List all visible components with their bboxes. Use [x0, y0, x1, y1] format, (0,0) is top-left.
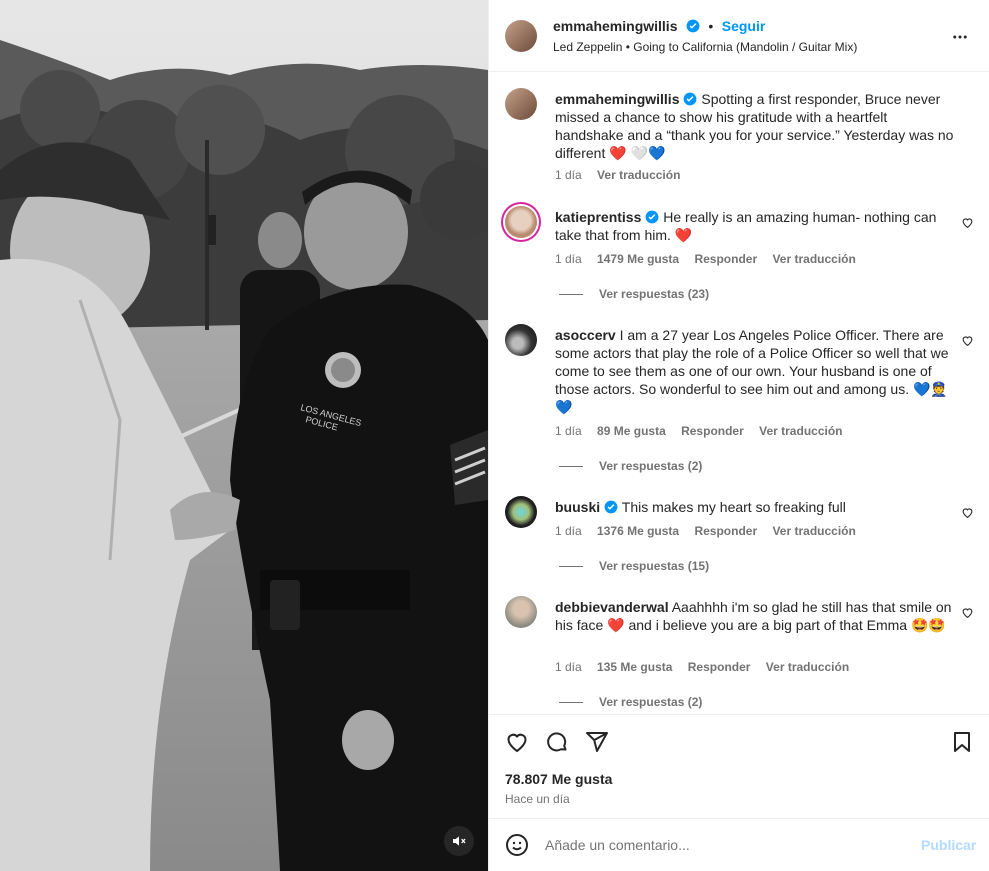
comment-username[interactable]: asoccerv — [555, 327, 616, 343]
view-replies-button[interactable]: Ver respuestas (23) — [559, 287, 709, 301]
view-replies-button[interactable]: Ver respuestas (15) — [559, 559, 709, 573]
follow-button[interactable]: Seguir — [722, 18, 766, 34]
reply-button[interactable]: Responder — [681, 424, 744, 438]
comment-composer: Publicar — [489, 818, 989, 871]
author-avatar[interactable] — [505, 20, 537, 52]
comment-username[interactable]: buuski — [555, 499, 600, 515]
comment-body: buuski This makes my heart so freaking f… — [555, 498, 955, 516]
comment-username[interactable]: debbievanderwal — [555, 599, 669, 615]
like-heart-icon[interactable] — [505, 730, 529, 754]
share-paper-plane-icon[interactable] — [585, 730, 609, 754]
speaker-muted-icon — [453, 836, 466, 846]
like-comment-heart-icon[interactable] — [961, 506, 974, 519]
comments-list[interactable]: emmahemingwillis Spotting a first respon… — [489, 72, 989, 714]
translate-link[interactable]: Ver traducción — [772, 252, 855, 266]
comment-body: katieprentiss He really is an amazing hu… — [555, 208, 955, 244]
author-username[interactable]: emmahemingwillis — [553, 18, 677, 34]
comment-meta: 1 día 1376 Me gusta Responder Ver traduc… — [555, 524, 868, 538]
translate-link[interactable]: Ver traducción — [766, 660, 849, 674]
view-replies-label: Ver respuestas (2) — [599, 695, 703, 709]
like-comment-heart-icon[interactable] — [961, 606, 974, 619]
post-header: emmahemingwillis • Seguir Led Zeppelin •… — [489, 0, 989, 72]
verified-badge-icon — [684, 92, 697, 106]
comment-input[interactable] — [545, 837, 885, 853]
like-comment-heart-icon[interactable] — [961, 216, 974, 229]
music-track[interactable]: Led Zeppelin • Going to California (Mand… — [553, 40, 857, 54]
replies-line — [559, 702, 583, 704]
view-replies-button[interactable]: Ver respuestas (2) — [559, 695, 702, 709]
comment-age: 1 día — [555, 660, 582, 674]
comment-likes[interactable]: 1479 Me gusta — [597, 252, 679, 266]
comment-meta: 1 día 1479 Me gusta Responder Ver traduc… — [555, 252, 868, 266]
post-photo: LOS ANGELES POLICE — [0, 0, 488, 871]
view-replies-label: Ver respuestas (2) — [599, 459, 703, 473]
comment-avatar[interactable] — [505, 206, 537, 238]
verified-badge-icon — [604, 500, 618, 514]
comment-likes[interactable]: 1376 Me gusta — [597, 524, 679, 538]
verified-badge-icon — [686, 19, 700, 33]
view-replies-button[interactable]: Ver respuestas (2) — [559, 459, 702, 473]
likes-count[interactable]: 78.807 Me gusta — [505, 771, 612, 787]
comment-meta: 1 día 89 Me gusta Responder Ver traducci… — [555, 424, 855, 438]
reply-button[interactable]: Responder — [688, 660, 751, 674]
comment-text: This makes my heart so freaking full — [621, 499, 846, 515]
like-comment-heart-icon[interactable] — [961, 334, 974, 347]
caption-translate-link[interactable]: Ver traducción — [597, 168, 680, 182]
comment-age: 1 día — [555, 252, 582, 266]
comment-username[interactable]: katieprentiss — [555, 209, 641, 225]
post-actions: 78.807 Me gusta Hace un día — [489, 714, 989, 818]
post-side-panel: emmahemingwillis • Seguir Led Zeppelin •… — [488, 0, 989, 871]
comment-body: asoccerv I am a 27 year Los Angeles Poli… — [555, 326, 955, 416]
replies-line — [559, 294, 583, 296]
view-replies-label: Ver respuestas (15) — [599, 559, 710, 573]
more-options-icon[interactable] — [951, 28, 969, 46]
replies-line — [559, 466, 583, 468]
post-time: Hace un día — [505, 792, 570, 806]
comment-avatar[interactable] — [505, 496, 537, 528]
caption-avatar[interactable] — [505, 88, 537, 120]
reply-button[interactable]: Responder — [694, 524, 757, 538]
comment-likes[interactable]: 135 Me gusta — [597, 660, 672, 674]
comment-body: debbievanderwal Aaahhhh i'm so glad he s… — [555, 598, 955, 634]
post-media[interactable]: LOS ANGELES POLICE — [0, 0, 488, 871]
translate-link[interactable]: Ver traducción — [759, 424, 842, 438]
emoji-icon[interactable] — [505, 833, 529, 857]
save-bookmark-icon[interactable] — [950, 730, 974, 754]
comment-meta: 1 día 135 Me gusta Responder Ver traducc… — [555, 660, 861, 674]
translate-link[interactable]: Ver traducción — [772, 524, 855, 538]
comment-age: 1 día — [555, 424, 582, 438]
header-separator: • — [708, 18, 714, 34]
caption-meta: 1 día Ver traducción — [555, 168, 692, 182]
replies-line — [559, 566, 583, 568]
comment-avatar[interactable] — [505, 324, 537, 356]
publish-button[interactable]: Publicar — [921, 837, 976, 853]
reply-button[interactable]: Responder — [694, 252, 757, 266]
comment-likes[interactable]: 89 Me gusta — [597, 424, 666, 438]
comment-bubble-icon[interactable] — [545, 730, 569, 754]
comment-avatar[interactable] — [505, 596, 537, 628]
view-replies-label: Ver respuestas (23) — [599, 287, 710, 301]
comment-age: 1 día — [555, 524, 582, 538]
caption-age: 1 día — [555, 168, 582, 182]
mute-toggle-button[interactable] — [444, 826, 474, 856]
caption-body: emmahemingwillis Spotting a first respon… — [555, 90, 955, 162]
caption-username[interactable]: emmahemingwillis — [555, 91, 679, 107]
verified-badge-icon — [645, 210, 659, 224]
